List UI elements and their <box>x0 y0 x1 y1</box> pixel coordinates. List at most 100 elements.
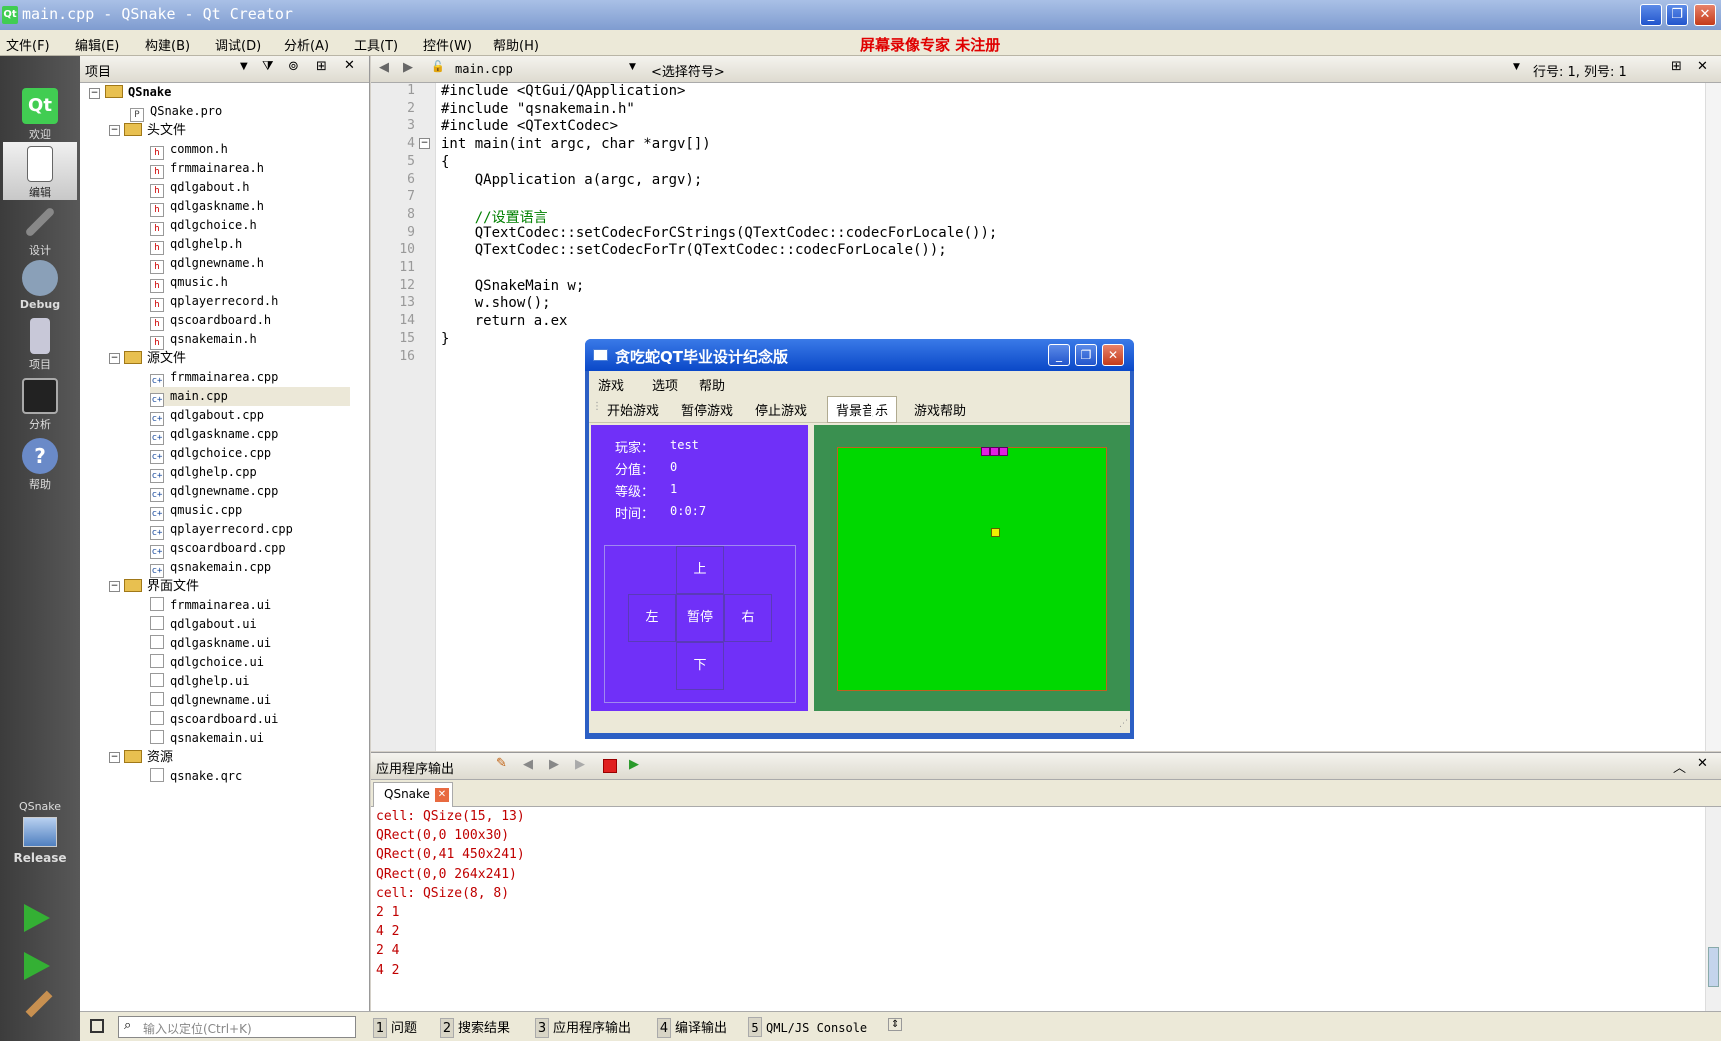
filter-icon[interactable]: ⧩ <box>262 59 274 74</box>
close-editor-icon[interactable]: ✕ <box>1697 59 1708 74</box>
tree-file[interactable]: qdlgnewname.ui <box>150 691 350 710</box>
tree-group[interactable]: 源文件 <box>124 349 186 368</box>
tree-file[interactable]: h frmmainarea.h <box>150 159 350 179</box>
open-file-selector[interactable]: main.cpp <box>455 62 513 76</box>
tree-group[interactable]: 资源 <box>124 748 173 767</box>
status-tab-compile-output[interactable]: 4 编译输出 <box>657 1017 727 1038</box>
output-text[interactable]: cell: QSize(15, 13) QRect(0,0 100x30) QRec… <box>371 807 1721 1011</box>
tree-toggle[interactable]: − <box>109 581 120 592</box>
mode-analyze[interactable]: 分析 <box>3 374 77 432</box>
menu-edit[interactable]: 编辑(E) <box>75 35 119 54</box>
game-field[interactable] <box>837 447 1107 691</box>
project-pane-title[interactable]: 项目 <box>85 61 111 80</box>
back-arrow-icon[interactable]: ◀ <box>379 60 389 75</box>
forward-arrow-icon[interactable]: ▶ <box>403 60 413 75</box>
debug-run-button[interactable] <box>24 952 50 980</box>
symbol-chevron-down-icon[interactable]: ▼ <box>1513 62 1520 72</box>
file-chevron-down-icon[interactable]: ▼ <box>629 62 636 72</box>
tree-file[interactable]: h qplayerrecord.h <box>150 292 350 312</box>
mode-design[interactable]: 设计 <box>3 200 77 258</box>
chevron-down-icon[interactable]: ▼ <box>240 61 248 72</box>
split-icon[interactable]: ⊞ <box>316 59 327 74</box>
fold-marker-icon[interactable]: − <box>419 138 430 149</box>
maximize-output-icon[interactable]: ︿ <box>1673 757 1686 776</box>
tree-root[interactable]: QSnake <box>105 83 171 102</box>
tree-toggle[interactable]: − <box>89 88 100 99</box>
tree-file[interactable]: c+ qsnakemain.cpp <box>150 558 350 578</box>
stop-game-button[interactable]: 停止游戏 <box>755 400 807 419</box>
status-tab-search-results[interactable]: 2 搜索结果 <box>440 1017 510 1038</box>
snake-close-button[interactable]: ✕ <box>1102 344 1124 366</box>
tree-file[interactable]: c+ frmmainarea.cpp <box>150 368 350 388</box>
tree-file[interactable]: c+ qdlgchoice.cpp <box>150 444 350 464</box>
tree-file[interactable]: c+ qdlghelp.cpp <box>150 463 350 483</box>
snake-menu-help[interactable]: 帮助 <box>699 375 725 394</box>
tree-file[interactable]: h qdlgchoice.h <box>150 216 350 236</box>
resize-grip-icon[interactable]: ⋰ <box>1119 719 1128 729</box>
menu-help[interactable]: 帮助(H) <box>493 35 539 54</box>
more-tabs-icon[interactable]: ⇕ <box>888 1018 903 1031</box>
tree-file[interactable]: h qdlgnewname.h <box>150 254 350 274</box>
sidebar-toggle-icon[interactable] <box>90 1019 104 1033</box>
tree-file[interactable]: frmmainarea.ui <box>150 596 350 615</box>
tree-file[interactable]: c+ qdlgnewname.cpp <box>150 482 350 502</box>
mode-debug[interactable]: Debug <box>3 256 77 314</box>
clear-output-icon[interactable]: ✎ <box>496 756 507 771</box>
tree-file[interactable]: c+ qscoardboard.cpp <box>150 539 350 559</box>
mode-projects[interactable]: 项目 <box>3 314 77 372</box>
stop-icon[interactable] <box>603 759 617 773</box>
build-hammer-icon[interactable] <box>25 990 53 1018</box>
right-button[interactable]: 右 <box>724 594 772 642</box>
tree-group[interactable]: 界面文件 <box>124 577 199 596</box>
tree-file[interactable]: qsnakemain.ui <box>150 729 350 748</box>
snake-maximize-button[interactable]: ❐ <box>1075 344 1097 366</box>
snake-menu-options[interactable]: 选项 <box>652 375 678 394</box>
tree-file[interactable]: qdlgabout.ui <box>150 615 350 634</box>
mode-edit[interactable]: 编辑 <box>3 142 77 200</box>
close-button[interactable]: ✕ <box>1694 4 1716 26</box>
editor-scrollbar[interactable] <box>1705 83 1721 751</box>
tree-file[interactable]: h common.h <box>150 140 350 160</box>
tree-file[interactable]: c+ qdlgaskname.cpp <box>150 425 350 445</box>
tree-file[interactable]: c+ qmusic.cpp <box>150 501 350 521</box>
minimize-button[interactable]: _ <box>1640 4 1662 26</box>
down-button[interactable]: 下 <box>676 642 724 690</box>
up-button[interactable]: 上 <box>676 546 724 594</box>
tree-toggle[interactable]: − <box>109 353 120 364</box>
tree-toggle[interactable]: − <box>109 752 120 763</box>
snake-minimize-button[interactable]: _ <box>1048 344 1070 366</box>
tree-file[interactable]: qdlghelp.ui <box>150 672 350 691</box>
left-button[interactable]: 左 <box>628 594 676 642</box>
tree-file[interactable]: qdlgchoice.ui <box>150 653 350 672</box>
target-selector[interactable]: QSnake Release <box>3 800 77 880</box>
close-pane-icon[interactable]: ✕ <box>344 58 355 73</box>
tree-file[interactable]: qsnake.qrc <box>150 767 350 786</box>
restore-button[interactable]: ❐ <box>1666 4 1688 26</box>
status-tab-qml-console[interactable]: 5 QML/JS Console <box>748 1017 867 1038</box>
output-tab-qsnake[interactable]: QSnake ✕ <box>373 782 453 807</box>
mode-help[interactable]: ? 帮助 <box>3 434 77 492</box>
prev-arrow-icon[interactable]: ◀ <box>523 757 533 772</box>
pause-button[interactable]: 暂停 <box>676 594 724 642</box>
start-game-button[interactable]: 开始游戏 <box>607 400 659 419</box>
output-scroll-thumb[interactable] <box>1708 947 1719 987</box>
close-output-icon[interactable]: ✕ <box>1697 756 1708 771</box>
run-button[interactable] <box>24 904 50 932</box>
output-scrollbar[interactable] <box>1705 807 1721 1011</box>
bg-music-button[interactable]: 背景音乐 <box>827 396 898 423</box>
tree-pro-file[interactable]: P QSnake.pro <box>130 102 222 122</box>
game-help-button[interactable]: 游戏帮助 <box>914 400 966 419</box>
symbol-selector[interactable]: <选择符号> <box>651 61 725 80</box>
tree-file[interactable]: c+ qdlgabout.cpp <box>150 406 350 426</box>
link-icon[interactable]: ⊚ <box>288 59 299 74</box>
tree-toggle[interactable]: − <box>109 125 120 136</box>
next-arrow-icon[interactable]: ▶ <box>549 757 559 772</box>
tree-file[interactable]: h qdlgaskname.h <box>150 197 350 217</box>
tree-file[interactable]: qdlgaskname.ui <box>150 634 350 653</box>
tree-file[interactable]: qscoardboard.ui <box>150 710 350 729</box>
status-tab-issues[interactable]: 1 问题 <box>373 1017 417 1038</box>
tree-file[interactable]: h qsnakemain.h <box>150 330 350 350</box>
menu-build[interactable]: 构建(B) <box>145 35 190 54</box>
menu-tools[interactable]: 工具(T) <box>354 35 398 54</box>
menu-debug[interactable]: 调试(D) <box>215 35 261 54</box>
